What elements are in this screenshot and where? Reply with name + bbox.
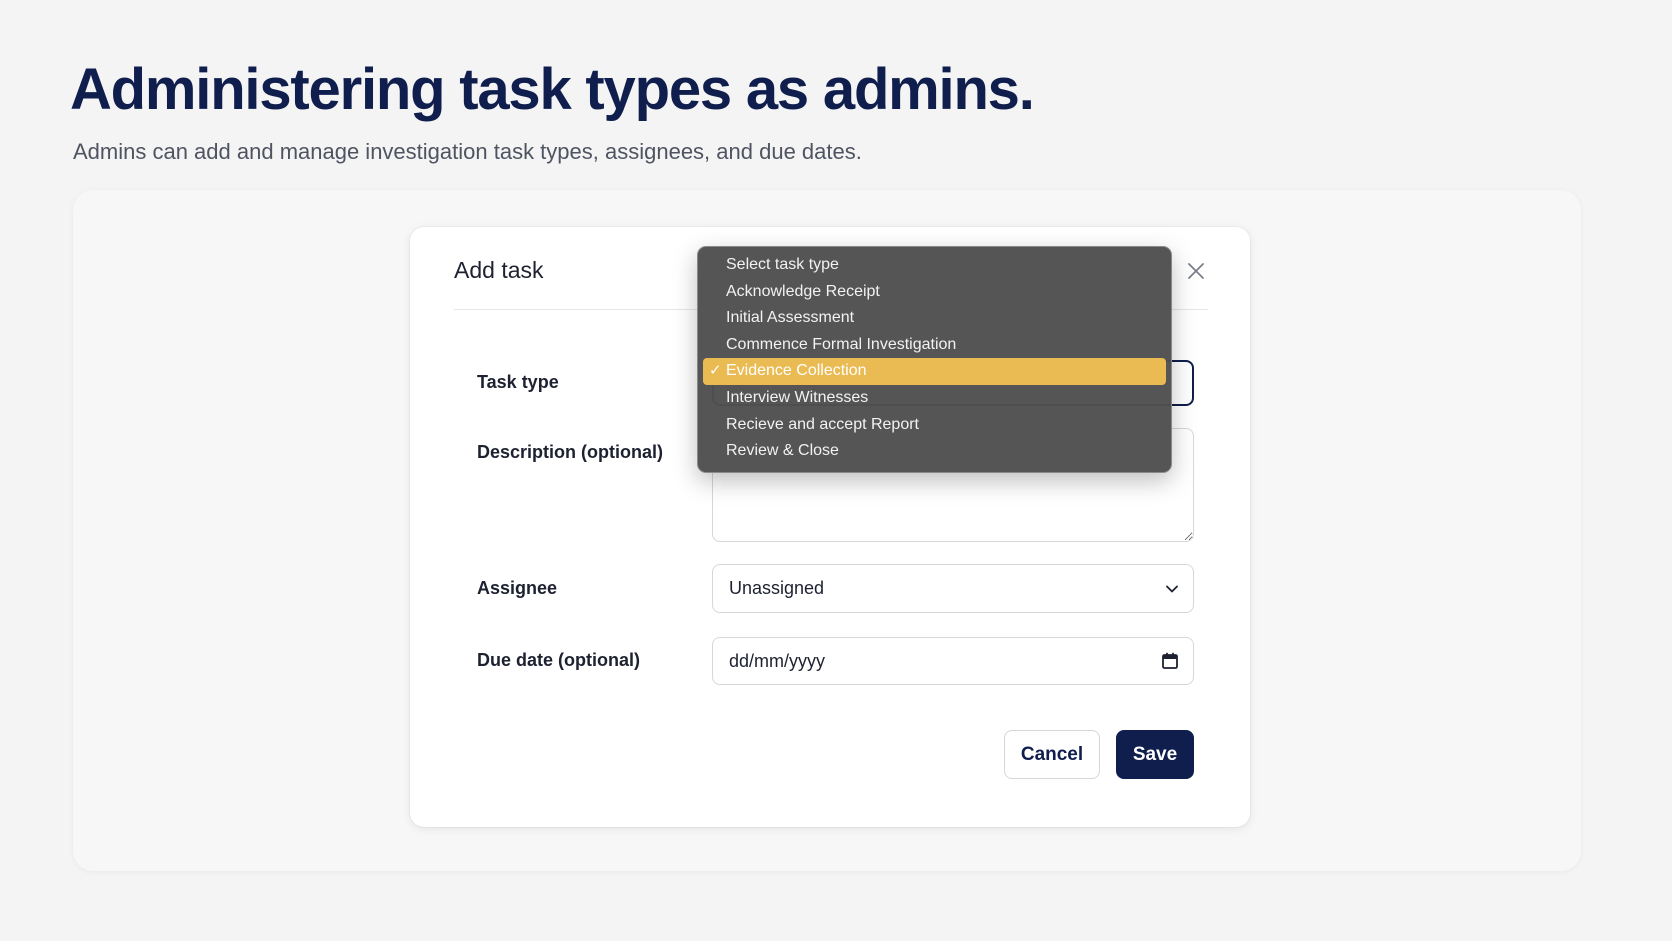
close-icon — [1188, 263, 1204, 279]
dropdown-option[interactable]: Review & Close — [703, 438, 1166, 465]
dropdown-option-label: Review & Close — [726, 442, 839, 460]
task-type-label: Task type — [477, 372, 559, 392]
dialog-title: Add task — [454, 257, 544, 283]
page-subhead: Admins can add and manage investigation … — [73, 139, 862, 164]
close-button[interactable] — [1182, 257, 1210, 285]
save-button[interactable]: Save — [1116, 730, 1194, 779]
cancel-button[interactable]: Cancel — [1004, 730, 1100, 779]
dropdown-option[interactable]: Select task type — [703, 252, 1166, 279]
dropdown-option-label: Recieve and accept Report — [726, 415, 919, 433]
task-type-dropdown: Select task type Acknowledge Receipt Initi… — [697, 246, 1172, 473]
dropdown-option-label: Commence Formal Investigation — [726, 335, 957, 353]
due-date-label: Due date (optional) — [477, 650, 640, 670]
due-date-placeholder: dd/mm/yyyy — [729, 650, 826, 671]
dropdown-option[interactable]: Commence Formal Investigation — [703, 332, 1166, 359]
dropdown-option-label: Interview Witnesses — [726, 388, 869, 406]
dropdown-option[interactable]: Recieve and accept Report — [703, 412, 1166, 439]
assignee-value: Unassigned — [729, 578, 825, 598]
dropdown-option[interactable]: Interview Witnesses — [703, 385, 1166, 412]
dropdown-option-label: Select task type — [726, 256, 839, 273]
chevron-down-icon — [1165, 582, 1179, 596]
dropdown-option-label: Evidence Collection — [726, 362, 867, 380]
dropdown-option-label: Initial Assessment — [726, 309, 855, 327]
description-label: Description (optional) — [477, 442, 663, 462]
page-headline: Administering task types as admins. — [70, 57, 1035, 122]
check-icon: ✓ — [709, 362, 722, 380]
dropdown-option[interactable]: ✓ Evidence Collection — [703, 358, 1166, 385]
page: Administering task types as admins. Admi… — [0, 0, 1672, 941]
dropdown-option[interactable]: Acknowledge Receipt — [703, 279, 1166, 306]
dropdown-option[interactable]: Initial Assessment — [703, 305, 1166, 332]
assignee-select[interactable]: Unassigned — [712, 564, 1194, 613]
calendar-icon[interactable] — [1161, 652, 1179, 670]
due-date-input[interactable]: dd/mm/yyyy — [712, 637, 1194, 685]
assignee-label: Assignee — [477, 578, 558, 598]
dropdown-option-label: Acknowledge Receipt — [726, 282, 880, 300]
